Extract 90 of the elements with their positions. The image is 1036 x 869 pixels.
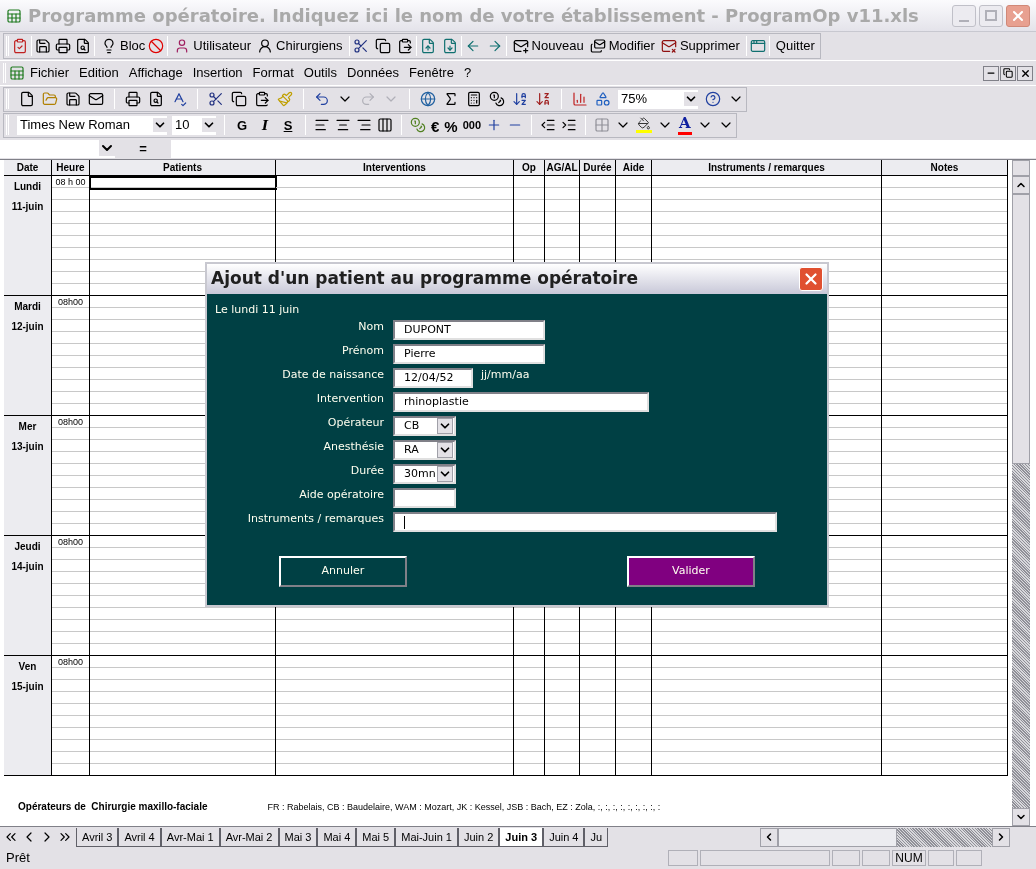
sheet-tab[interactable]: Avril 3 xyxy=(76,828,119,847)
quit-button[interactable]: Quitter xyxy=(772,35,818,57)
column-header: Aide xyxy=(616,160,652,175)
bloc-button[interactable]: Bloc xyxy=(98,35,149,57)
time-cell-text: 08h00 xyxy=(57,656,84,668)
menu-item[interactable]: Format xyxy=(247,63,299,83)
date-cell-text: 15-juin xyxy=(11,680,44,694)
sheet-tab[interactable]: Mai 5 xyxy=(356,828,396,847)
menu-item[interactable]: Fenêtre xyxy=(404,63,459,83)
font-combo[interactable]: Times New Roman xyxy=(17,115,167,135)
day-cell-text: Mardi xyxy=(14,300,41,314)
validate-button[interactable]: Valider xyxy=(627,556,755,587)
sheet-tab[interactable]: Avril 4 xyxy=(118,828,161,847)
num-lock-indicator: NUM xyxy=(892,850,926,866)
delete-button[interactable]: Supprimer xyxy=(657,35,743,57)
percent-button[interactable]: % xyxy=(444,115,458,135)
bold-button[interactable]: G xyxy=(233,115,251,135)
sheet-tab[interactable]: Mai 3 xyxy=(278,828,318,847)
field-label: Prénom xyxy=(341,344,384,358)
menu-item[interactable]: Fichier xyxy=(25,63,74,83)
column-header: Date xyxy=(4,160,52,175)
sheet-tab[interactable]: Avr-Mai 2 xyxy=(219,828,279,847)
field-label: Aide opératoire xyxy=(298,488,384,502)
dialog-title: Ajout d'un patient au programme opératoire xyxy=(211,267,638,291)
menu-item[interactable]: Affichage xyxy=(123,63,188,83)
date-cell-text: 14-juin xyxy=(11,560,44,574)
dropdown-field[interactable]: CB xyxy=(393,416,456,436)
day-cell-text: Jeudi xyxy=(14,540,41,554)
time-cell-text: 08 h 00 xyxy=(54,176,87,188)
sheet-tab[interactable]: Ju xyxy=(584,828,609,847)
sheet-tab[interactable]: Mai-Juin 1 xyxy=(395,828,458,847)
menu-item[interactable]: Insertion xyxy=(187,63,248,83)
sheet-tab[interactable]: Juin 2 xyxy=(457,828,500,847)
day-cell-text: Mer xyxy=(18,420,37,434)
day-cell-text: Ven xyxy=(18,660,37,674)
field-label: Intervention xyxy=(315,392,384,406)
menu-item[interactable]: Edition xyxy=(74,63,124,83)
input-field[interactable]: 12/04/52 xyxy=(393,368,473,388)
time-cell-text: 08h00 xyxy=(57,296,84,308)
sheet-tab[interactable]: Avr-Mai 1 xyxy=(160,828,220,847)
zoom-combo[interactable]: 75% xyxy=(618,89,698,109)
underline-button[interactable]: S xyxy=(279,115,297,135)
column-header: Patients xyxy=(90,160,276,175)
menu-item[interactable]: Outils xyxy=(298,63,342,83)
date-cell-text: 11-juin xyxy=(11,200,44,214)
font-color-button[interactable]: A xyxy=(678,115,692,135)
field-label: Opérateur xyxy=(326,416,384,430)
new-button[interactable]: Nouveau xyxy=(509,35,587,57)
field-label: Instruments / remarques xyxy=(246,512,384,526)
day-cell-text: Lundi xyxy=(13,180,42,194)
cancel-button[interactable]: Annuler xyxy=(279,556,407,587)
column-header: Interventions xyxy=(276,160,514,175)
dropdown-field[interactable]: 30mn xyxy=(393,464,456,484)
field-label: Nom xyxy=(357,320,384,334)
dialog-date: Le lundi 11 juin xyxy=(215,304,301,316)
dropdown-field[interactable]: RA xyxy=(393,440,456,460)
euro-button[interactable]: € xyxy=(431,115,440,135)
column-header: Durée xyxy=(580,160,616,175)
column-header: Notes xyxy=(882,160,1008,175)
thousands-button[interactable]: 000 xyxy=(462,115,482,135)
sheet-tab[interactable]: Juin 4 xyxy=(543,828,585,847)
italic-button[interactable]: I xyxy=(256,115,274,135)
column-header: Op xyxy=(514,160,545,175)
status-text: Prêt xyxy=(6,849,31,868)
date-cell-text: 12-juin xyxy=(11,320,44,334)
input-field[interactable]: rhinoplastie xyxy=(393,392,649,412)
input-field[interactable]: Pierre xyxy=(393,344,545,364)
date-cell-text: 13-juin xyxy=(11,440,44,454)
sheet-tab[interactable]: Juin 3 xyxy=(499,828,544,847)
column-header: Heure xyxy=(52,160,90,175)
footer-title: Opérateurs de Chirurgie maxillo-faciale xyxy=(18,800,208,814)
surgeons-button[interactable]: Chirurgiens xyxy=(254,35,346,57)
formula-equals: = xyxy=(138,140,148,159)
edit-button[interactable]: Modifier xyxy=(586,35,658,57)
sheet-tab[interactable]: Mai 4 xyxy=(317,828,357,847)
menu-item[interactable]: ? xyxy=(458,63,477,83)
column-header: Instruments / remarques xyxy=(652,160,882,175)
field-label: Date de naissance xyxy=(281,368,384,382)
font-size-combo[interactable]: 10 xyxy=(172,115,216,135)
date-format-hint: jj/mm/aa xyxy=(481,368,530,382)
window-title: Programme opératoire. Indiquez ici le nom de votre établissement - ProgramOp v11.xls xyxy=(28,4,919,28)
menu-item[interactable]: Données xyxy=(342,63,405,83)
user-button[interactable]: Utilisateur xyxy=(171,35,255,57)
field-label: Durée xyxy=(349,464,384,478)
time-cell-text: 08h00 xyxy=(57,416,84,428)
column-header: AG/AL xyxy=(545,160,580,175)
input-field[interactable]: DUPONT xyxy=(393,320,545,340)
time-cell-text: 08h00 xyxy=(57,536,84,548)
field-label: Anesthésie xyxy=(322,440,384,454)
operators-list: FR : Rabelais, CB : Baudelaire, WAM : Mozart, JK : Kessel, JSB : Bach, EZ : Zola, :, :, :, :, :, :, :, :, : xyxy=(267,800,661,814)
